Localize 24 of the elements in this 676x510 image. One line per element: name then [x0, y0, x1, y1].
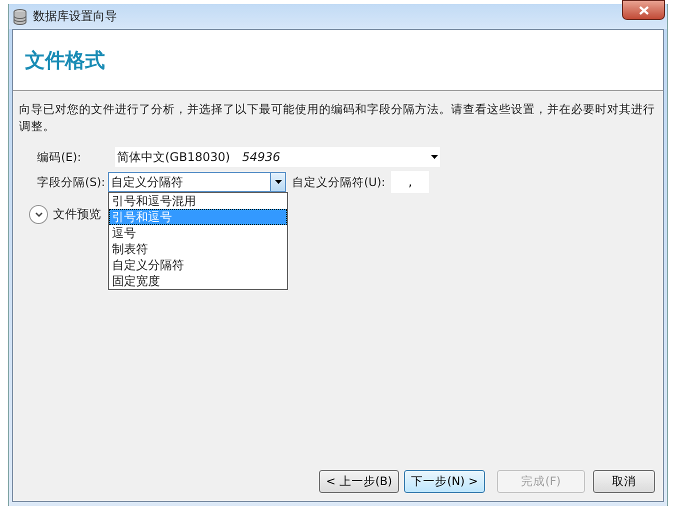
- dropdown-option[interactable]: 逗号: [109, 225, 287, 241]
- dropdown-option[interactable]: 引号和逗号混用: [109, 193, 287, 209]
- close-icon: [638, 6, 648, 14]
- encoding-label: 编码(E):: [36, 150, 82, 164]
- wizard-button[interactable]: 下一步(N) >: [404, 470, 485, 493]
- custom-separator-field[interactable]: ,: [391, 171, 430, 193]
- dropdown-arrow-icon: [431, 155, 438, 159]
- expand-button[interactable]: [29, 205, 48, 224]
- encoding-dropdown[interactable]: 简体中文(GB18030) 54936: [115, 147, 440, 167]
- dropdown-option[interactable]: 固定宽度: [109, 273, 287, 289]
- window-title: 数据库设置向导: [33, 8, 117, 25]
- dropdown-option[interactable]: 制表符: [109, 241, 287, 257]
- custom-separator-label: 自定义分隔符(U):: [292, 174, 386, 190]
- description: 向导已对您的文件进行了分析，并选择了以下最可能使用的编码和字段分隔方法。请查看这些设置，并在必要时对其进行调整。: [19, 101, 656, 135]
- dropdown-arrow-icon: [274, 180, 282, 184]
- preview-label: 文件预览: [53, 206, 101, 223]
- dropdown-option[interactable]: 自定义分隔符: [109, 257, 287, 273]
- database-icon: [13, 8, 27, 24]
- wizard-button[interactable]: < 上一步(B): [318, 470, 400, 493]
- chevron-icon: [34, 212, 42, 218]
- wizard-button[interactable]: 取消: [593, 470, 655, 493]
- separator-label: 字段分隔(S):: [36, 174, 106, 190]
- close-button[interactable]: [622, 0, 665, 20]
- page-title: 文件格式: [25, 46, 105, 74]
